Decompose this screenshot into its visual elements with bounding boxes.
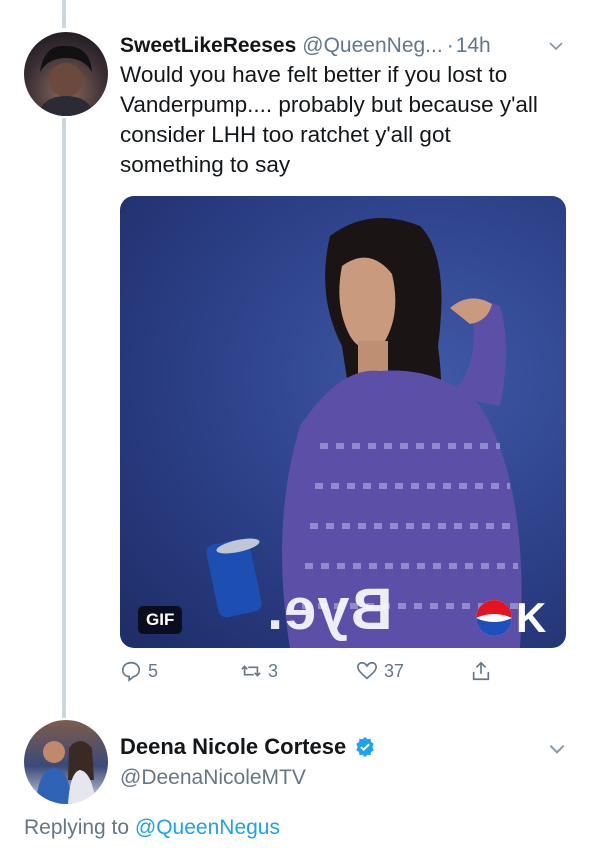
like-button[interactable]: 37	[356, 660, 404, 682]
thread-line	[62, 118, 66, 718]
reply-count: 5	[148, 660, 159, 681]
separator: ·	[446, 34, 454, 57]
avatar[interactable]	[24, 32, 108, 116]
retweet-button[interactable]: 3	[240, 660, 278, 682]
like-count: 37	[384, 660, 405, 681]
user-handle[interactable]: @DeenaNicoleMTV	[120, 766, 570, 790]
heart-icon	[357, 661, 377, 680]
avatar-photo-icon	[36, 741, 96, 804]
thread-line-top	[62, 0, 66, 28]
retweet-count: 3	[268, 660, 279, 681]
timestamp[interactable]: 14h	[456, 34, 491, 58]
gif-overlay-text: Bye.	[266, 577, 393, 642]
share-icon	[472, 661, 490, 681]
replying-handle-link[interactable]: @QueenNegus	[135, 816, 280, 839]
avatar[interactable]	[24, 720, 108, 804]
tweet[interactable]: SweetLikeReeses @QueenNeg... · 14h Would…	[120, 34, 570, 180]
display-name[interactable]: SweetLikeReeses	[120, 34, 296, 58]
tweet-actions: 5 3 37	[118, 660, 518, 690]
reply-button[interactable]: 5	[120, 660, 158, 682]
user-handle[interactable]: @QueenNeg...	[302, 34, 442, 58]
chevron-down-icon[interactable]	[546, 36, 566, 56]
chevron-down-icon[interactable]	[546, 738, 568, 760]
gif-badge: GIF	[138, 606, 183, 634]
reply-icon	[121, 661, 141, 682]
tweet-media-gif[interactable]: Bye. GIF K	[120, 196, 566, 648]
logo-letter: K	[516, 594, 547, 641]
display-name-row: Deena Nicole Cortese	[120, 734, 570, 760]
retweet-icon	[241, 665, 261, 677]
tweet[interactable]: Deena Nicole Cortese @DeenaNicoleMTV	[120, 734, 570, 790]
tweet-header: SweetLikeReeses @QueenNeg... · 14h	[120, 34, 570, 58]
share-button[interactable]	[470, 660, 498, 682]
avatar-photo-icon	[38, 45, 94, 116]
pepsi-logo: K	[474, 594, 554, 641]
tweet-text: Would you have felt better if you lost t…	[120, 62, 538, 177]
verified-badge-icon	[356, 736, 374, 758]
display-name[interactable]: Deena Nicole Cortese	[120, 734, 346, 760]
replying-prefix: Replying to	[24, 816, 130, 839]
replying-to: Replying to @QueenNegus	[24, 816, 280, 840]
